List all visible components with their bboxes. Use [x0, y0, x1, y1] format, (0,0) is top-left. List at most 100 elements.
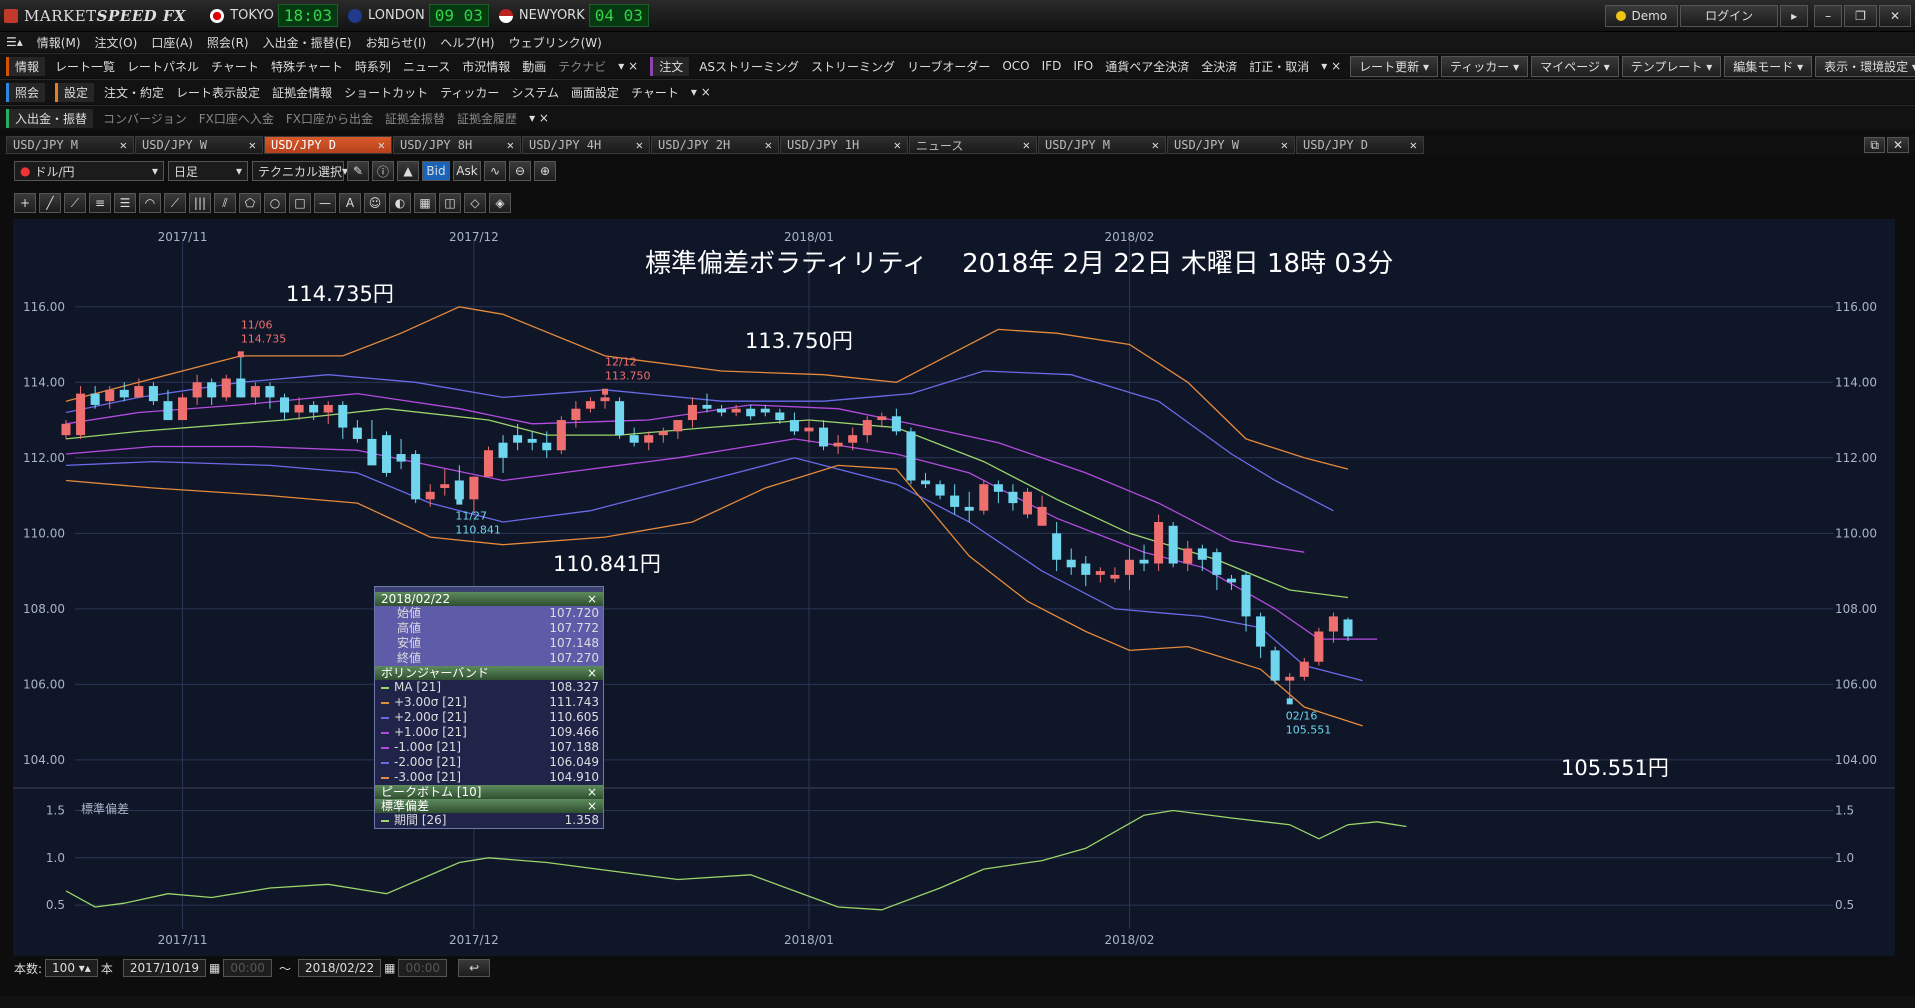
emoji-icon[interactable]: ☺ — [364, 193, 386, 213]
tool-rate-panel[interactable]: レートパネル — [127, 58, 199, 75]
tab-close-icon[interactable]: ✕ — [120, 138, 127, 152]
restore-button[interactable]: ❐ — [1844, 4, 1877, 27]
rectangle-icon[interactable]: □ — [289, 193, 311, 213]
tool-oco[interactable]: OCO — [1002, 59, 1029, 73]
close-icon[interactable]: × — [587, 785, 597, 799]
channel-icon[interactable]: ⫽ — [214, 193, 236, 213]
tool-rate-display[interactable]: レート表示設定 — [176, 84, 260, 101]
to-time-input[interactable]: 00:00 — [398, 959, 448, 977]
tag-icon[interactable]: ◇ — [464, 193, 486, 213]
from-date-input[interactable]: 2017/10/19 — [122, 959, 207, 977]
close-icon[interactable]: × — [587, 666, 597, 680]
vlines-icon[interactable]: ||| — [189, 193, 211, 213]
tool-timeseries[interactable]: 時系列 — [355, 58, 391, 75]
fan-icon[interactable]: ⟋ — [164, 193, 186, 213]
tool-chart-settings[interactable]: チャート — [631, 84, 679, 101]
zoom-in-icon[interactable]: ⊕ — [534, 161, 556, 181]
chevron-down-icon[interactable]: ▾ × — [529, 111, 549, 125]
info-icon[interactable]: ⓘ — [372, 161, 394, 181]
crosshair-icon[interactable]: + — [14, 193, 36, 213]
tool-special-chart[interactable]: 特殊チャート — [271, 58, 343, 75]
tab-close-icon[interactable]: ✕ — [249, 138, 256, 152]
zoom-out-icon[interactable]: ⊖ — [509, 161, 531, 181]
tool-as-streaming[interactable]: ASストリーミング — [699, 58, 799, 75]
tool-market-info[interactable]: 市況情報 — [462, 58, 510, 75]
settings-group-label[interactable]: 設定 — [55, 82, 95, 102]
tool-margin-history[interactable]: 証拠金履歴 — [457, 110, 517, 127]
text-icon[interactable]: A — [339, 193, 361, 213]
tool-withdraw-fx[interactable]: FX口座から出金 — [286, 110, 373, 127]
display-settings-button[interactable]: 表示・環境設定 ▾ — [1815, 55, 1915, 77]
tool-rate-list[interactable]: レート一覧 — [55, 58, 115, 75]
wave-icon[interactable]: ∿ — [484, 161, 506, 181]
delete-tags-icon[interactable]: ◈ — [489, 193, 511, 213]
tab-close-icon[interactable]: ✕ — [507, 138, 514, 152]
menu-deposit[interactable]: 入出金・振替(E) — [263, 34, 352, 51]
currency-pair-select[interactable]: ● ドル/円 ▾ — [14, 161, 164, 181]
eraser-icon[interactable]: ◐ — [389, 193, 411, 213]
tool-system[interactable]: システム — [511, 84, 559, 101]
tool-conversion[interactable]: コンバージョン — [103, 110, 187, 127]
tool-technavi[interactable]: テクナビ — [558, 58, 606, 75]
edit-mode-button[interactable]: 編集モード ▾ — [1724, 55, 1813, 77]
template-button[interactable]: テンプレート ▾ — [1621, 55, 1722, 77]
tool-streaming[interactable]: ストリーミング — [811, 58, 895, 75]
chevron-down-icon[interactable]: ▾ × — [618, 59, 638, 73]
deposit-group-label[interactable]: 入出金・振替 — [6, 108, 94, 128]
chart-area[interactable]: 104.00 104.00 106.00 106.00 108.00 108.00 110.… — [13, 219, 1895, 956]
area-chart-icon[interactable]: ▲ — [397, 161, 419, 181]
circle-icon[interactable]: ○ — [264, 193, 286, 213]
close-icon[interactable]: × — [587, 799, 597, 813]
ask-button[interactable]: Ask — [453, 161, 481, 181]
menu-info[interactable]: 情報(M) — [37, 34, 81, 51]
save-icon[interactable]: ◫ — [439, 193, 461, 213]
tool-news[interactable]: ニュース — [403, 58, 450, 75]
ticker-button[interactable]: ティッカー ▾ — [1441, 55, 1529, 77]
query-group-label[interactable]: 照会 — [6, 82, 46, 102]
tab-item[interactable]: USD/JPY 4H ✕ — [522, 136, 650, 154]
menu-help[interactable]: ヘルプ(H) — [440, 34, 494, 51]
close-icon[interactable]: × — [587, 592, 597, 606]
tool-shortcut[interactable]: ショートカット — [344, 84, 428, 101]
arc-icon[interactable]: ◠ — [139, 193, 161, 213]
close-button[interactable]: ✕ — [1878, 4, 1911, 27]
technical-select[interactable]: テクニカル選択 ▾ — [252, 161, 348, 181]
tab-close-icon[interactable]: ✕ — [765, 138, 772, 152]
tab-item[interactable]: USD/JPY D ✕ — [1296, 136, 1424, 154]
chart-canvas[interactable]: 104.00 104.00 106.00 106.00 108.00 108.00 110.… — [13, 219, 1895, 956]
rate-update-button[interactable]: レート更新 ▾ — [1350, 55, 1439, 77]
tab-close-icon[interactable]: ✕ — [1281, 138, 1288, 152]
return-icon[interactable]: ↩ — [458, 959, 491, 977]
tab-item[interactable]: USD/JPY M ✕ — [6, 136, 134, 154]
tool-correct-cancel[interactable]: 訂正・取消 — [1249, 58, 1309, 75]
trendline-icon[interactable]: ╱ — [39, 193, 61, 213]
tab-item[interactable]: ニュース ✕ — [909, 136, 1037, 154]
stamp-icon[interactable]: ▦ — [414, 193, 436, 213]
order-group-label[interactable]: 注文 — [650, 56, 690, 76]
info-group-label[interactable]: 情報 — [6, 56, 46, 76]
tool-margin-info[interactable]: 証拠金情報 — [272, 84, 332, 101]
tool-leave-order[interactable]: リーブオーダー — [907, 58, 990, 75]
bid-button[interactable]: Bid — [422, 161, 450, 181]
tab-item[interactable]: USD/JPY 1H ✕ — [780, 136, 908, 154]
menu-query[interactable]: 照会(R) — [207, 34, 249, 51]
menu-order[interactable]: 注文(O) — [95, 34, 138, 51]
tool-ifo[interactable]: IFO — [1073, 59, 1093, 73]
tab-close-icon[interactable]: ✕ — [378, 138, 385, 152]
tool-margin-transfer[interactable]: 証拠金振替 — [385, 110, 445, 127]
tool-ticker[interactable]: ティッカー — [440, 84, 499, 101]
chevron-down-icon[interactable]: ▾ × — [1321, 59, 1341, 73]
calendar-icon[interactable]: ▦ — [384, 961, 395, 975]
chevron-down-icon[interactable]: ▾ × — [691, 85, 711, 99]
menu-hamburger-icon[interactable]: ☰▴ — [6, 35, 23, 49]
to-date-input[interactable]: 2018/02/22 — [297, 959, 382, 977]
pen-icon[interactable]: ✎ — [347, 161, 369, 181]
tool-video[interactable]: 動画 — [522, 58, 546, 75]
login-button[interactable]: ログイン — [1680, 4, 1779, 27]
tab-close-icon[interactable]: ✕ — [1410, 138, 1417, 152]
minimize-button[interactable]: – — [1814, 4, 1843, 27]
tool-ifd[interactable]: IFD — [1042, 59, 1062, 73]
tab-close-icon[interactable]: ✕ — [1152, 138, 1159, 152]
tab-item[interactable]: USD/JPY M ✕ — [1038, 136, 1166, 154]
from-time-input[interactable]: 00:00 — [223, 959, 272, 977]
